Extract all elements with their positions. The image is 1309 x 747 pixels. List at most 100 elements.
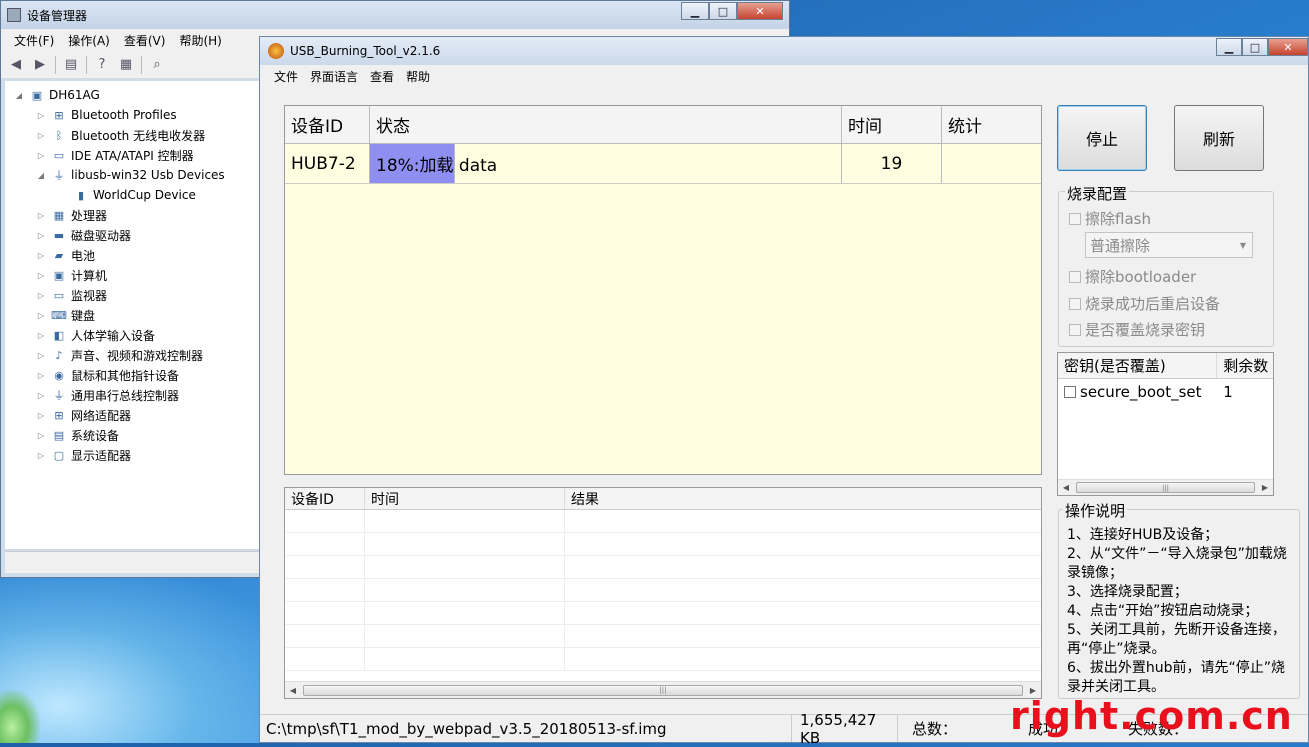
scrollbar-thumb[interactable]: |||: [303, 684, 1023, 696]
key-name: secure_boot_set: [1080, 383, 1202, 401]
overwrite-key-checkbox[interactable]: 是否覆盖烧录密钥: [1069, 319, 1205, 340]
expand-arrow-icon[interactable]: ▷: [35, 291, 47, 300]
hid-icon: ◧: [53, 328, 65, 342]
table-row: [285, 533, 1041, 556]
expand-arrow-icon[interactable]: ▷: [35, 271, 47, 280]
close-icon[interactable]: ✕: [1268, 38, 1308, 56]
tree-item[interactable]: ▷ ⏚ 通用串行总线控制器: [5, 385, 259, 405]
grid-header-device-id[interactable]: 设备ID: [285, 106, 370, 143]
system-icon: ▤: [53, 428, 65, 442]
expand-arrow-icon[interactable]: ▷: [35, 111, 47, 120]
tree-item[interactable]: ▷ ▦ 处理器: [5, 205, 259, 225]
forward-arrow-icon[interactable]: ▶: [31, 56, 49, 74]
log-header-result[interactable]: 结果: [565, 488, 1041, 509]
expand-arrow-icon[interactable]: ▷: [35, 391, 47, 400]
key-header-remaining[interactable]: 剩余数: [1217, 353, 1273, 378]
checkbox-icon[interactable]: [1064, 386, 1076, 398]
properties-icon[interactable]: ▤: [62, 56, 80, 74]
checkbox-icon[interactable]: [1069, 212, 1081, 225]
expand-arrow-icon[interactable]: ▷: [35, 431, 47, 440]
menu-help[interactable]: 帮助(H): [172, 32, 228, 49]
expand-arrow-icon[interactable]: ▷: [35, 251, 47, 260]
tree-item[interactable]: ▷ ▤ 系统设备: [5, 425, 259, 445]
scroll-left-icon[interactable]: ◀: [1058, 483, 1074, 492]
menu-language[interactable]: 界面语言: [304, 68, 364, 85]
expand-arrow-icon[interactable]: ▷: [35, 371, 47, 380]
scroll-right-icon[interactable]: ▶: [1257, 483, 1273, 492]
scan-hardware-icon[interactable]: ⌕: [148, 56, 166, 74]
instruction-line: 1、连接好HUB及设备；: [1067, 527, 1219, 543]
expand-arrow-icon[interactable]: ▷: [35, 311, 47, 320]
tree-item[interactable]: ▮ WorldCup Device: [5, 185, 259, 205]
scroll-left-icon[interactable]: ◀: [285, 686, 301, 695]
erase-bootloader-checkbox[interactable]: 擦除bootloader: [1069, 266, 1196, 287]
usb-tool-titlebar[interactable]: USB_Burning_Tool_v2.1.6: [260, 37, 1308, 65]
log-cell: [565, 625, 1041, 647]
log-cell: [365, 625, 565, 647]
erase-mode-select[interactable]: 普通擦除 ▼: [1085, 232, 1253, 258]
tree-item-label: Bluetooth 无线电收发器: [71, 128, 206, 143]
tree-item[interactable]: ▷ ▬ 磁盘驱动器: [5, 225, 259, 245]
instruction-line: 2、从“文件”－“导入烧录包”加载烧录镜像；: [1067, 546, 1287, 581]
log-header-time[interactable]: 时间: [365, 488, 565, 509]
minimize-icon[interactable]: ▁: [1216, 38, 1242, 56]
scrollbar-thumb[interactable]: |||: [1076, 482, 1255, 493]
key-list-horizontal-scrollbar[interactable]: ◀ ||| ▶: [1058, 479, 1273, 495]
grid-header-stats[interactable]: 统计: [942, 106, 1041, 143]
tree-item[interactable]: ▷ ◧ 人体学输入设备: [5, 325, 259, 345]
maximize-icon[interactable]: □: [1242, 38, 1268, 56]
tree-item[interactable]: ◢ ⏚ libusb-win32 Usb Devices: [5, 165, 259, 185]
tree-item[interactable]: ▷ ◉ 鼠标和其他指针设备: [5, 365, 259, 385]
table-row[interactable]: HUB7-2 18%:加载 data 19: [285, 144, 1041, 184]
tree-item[interactable]: ▷ ▣ 计算机: [5, 265, 259, 285]
expand-arrow-icon[interactable]: ▷: [35, 231, 47, 240]
tree-item[interactable]: ▷ ⊞ Bluetooth Profiles: [5, 105, 259, 125]
tree-item[interactable]: ▷ ♪ 声音、视频和游戏控制器: [5, 345, 259, 365]
expanded-arrow-icon[interactable]: ◢: [35, 171, 47, 180]
tree-item[interactable]: ▷ ▰ 电池: [5, 245, 259, 265]
tree-item[interactable]: ▷ ▭ 监视器: [5, 285, 259, 305]
menu-view[interactable]: 查看: [364, 68, 400, 85]
menu-file[interactable]: 文件: [268, 68, 304, 85]
expand-arrow-icon[interactable]: ▷: [35, 351, 47, 360]
tree-item[interactable]: ▷ ▭ IDE ATA/ATAPI 控制器: [5, 145, 259, 165]
stop-button[interactable]: 停止: [1057, 105, 1147, 171]
menu-view[interactable]: 查看(V): [117, 32, 173, 49]
log-header-device-id[interactable]: 设备ID: [285, 488, 365, 509]
log-horizontal-scrollbar[interactable]: ◀ ||| ▶: [285, 681, 1041, 698]
expand-arrow-icon[interactable]: ▷: [35, 411, 47, 420]
key-header-name[interactable]: 密钥(是否覆盖): [1058, 353, 1218, 378]
menu-file[interactable]: 文件(F): [7, 32, 61, 49]
menu-action[interactable]: 操作(A): [61, 32, 117, 49]
tree-item[interactable]: ▷ ⌨ 键盘: [5, 305, 259, 325]
back-arrow-icon[interactable]: ◀: [7, 56, 25, 74]
erase-flash-checkbox[interactable]: 擦除flash: [1069, 208, 1151, 229]
close-icon[interactable]: ✕: [737, 2, 783, 20]
expanded-arrow-icon[interactable]: ◢: [13, 91, 25, 100]
view-icon[interactable]: ▦: [117, 56, 135, 74]
minimize-icon[interactable]: ▁: [681, 2, 709, 20]
refresh-button[interactable]: 刷新: [1174, 105, 1264, 171]
grid-header-status[interactable]: 状态: [370, 106, 842, 143]
expand-arrow-icon[interactable]: ▷: [35, 151, 47, 160]
expand-arrow-icon[interactable]: ▷: [35, 451, 47, 460]
tree-item[interactable]: ▷ ᛒ Bluetooth 无线电收发器: [5, 125, 259, 145]
checkbox-icon[interactable]: [1069, 270, 1081, 283]
maximize-icon[interactable]: □: [709, 2, 737, 20]
checkbox-icon[interactable]: [1069, 297, 1081, 310]
expand-arrow-icon[interactable]: ▷: [35, 211, 47, 220]
device-manager-titlebar[interactable]: 设备管理器: [1, 1, 789, 29]
expand-arrow-icon[interactable]: ▷: [35, 331, 47, 340]
list-item[interactable]: secure_boot_set 1: [1058, 379, 1273, 405]
grid-header-time[interactable]: 时间: [842, 106, 942, 143]
table-row: [285, 602, 1041, 625]
expand-arrow-icon[interactable]: ▷: [35, 131, 47, 140]
menu-help[interactable]: 帮助: [400, 68, 436, 85]
checkbox-icon[interactable]: [1069, 323, 1081, 336]
chevron-down-icon[interactable]: ▼: [1240, 241, 1246, 250]
tree-item[interactable]: ◢ ▣ DH61AG: [5, 85, 259, 105]
tree-item[interactable]: ▷ ▢ 显示适配器: [5, 445, 259, 465]
reboot-after-checkbox[interactable]: 烧录成功后重启设备: [1069, 293, 1220, 314]
tree-item[interactable]: ▷ ⊞ 网络适配器: [5, 405, 259, 425]
help-icon[interactable]: ?: [93, 56, 111, 74]
